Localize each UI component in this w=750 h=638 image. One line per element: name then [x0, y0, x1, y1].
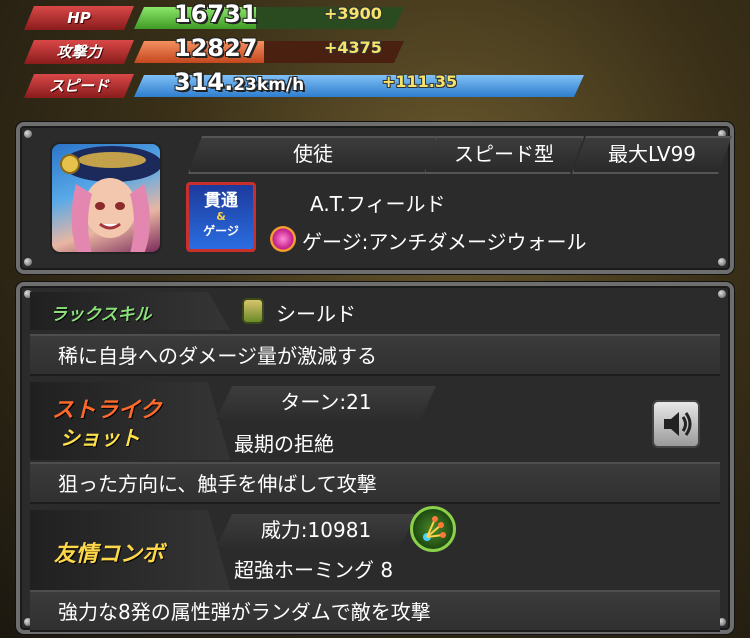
stat-label: スピード — [24, 74, 134, 98]
strike-shot-tag-line2: ショット — [60, 426, 140, 450]
rivet-icon — [718, 290, 726, 298]
gauge-icon — [270, 226, 296, 252]
strike-shot-tag-line1: ストライク — [52, 398, 162, 423]
rivet-icon — [24, 130, 32, 138]
rivet-icon — [718, 258, 726, 266]
type-label: スピード型 — [424, 136, 584, 174]
max-level-label: 最大LV99 — [572, 136, 732, 174]
rivet-icon — [24, 258, 32, 266]
race-label: 使徒 — [188, 136, 438, 174]
stat-row-attack: 攻撃力 12827 +4375 — [24, 34, 584, 64]
gauge-ability-name: ゲージ:アンチダメージウォール — [302, 230, 587, 254]
stat-label: 攻撃力 — [24, 40, 134, 64]
ability-name: A.T.フィールド — [310, 192, 446, 216]
stat-label: HP — [24, 6, 134, 30]
sound-button[interactable] — [652, 400, 700, 448]
skills-panel: ラックスキル シールド 稀に自身へのダメージ量が激減する ストライク ショット … — [16, 282, 734, 634]
stat-value: 12827 — [174, 34, 258, 62]
stat-value: 16731 — [174, 0, 258, 28]
character-portrait[interactable] — [50, 142, 162, 254]
stat-bonus: +111.35 — [382, 72, 458, 91]
stat-value: 314.23km/h — [174, 68, 305, 96]
stat-row-speed: スピード 314.23km/h +111.35 — [24, 68, 584, 98]
stat-bonus: +4375 — [324, 38, 382, 57]
strike-shot-turns: ターン:21 — [216, 386, 436, 420]
shield-icon — [242, 298, 264, 324]
luck-skill-tag: ラックスキル — [30, 292, 230, 330]
friendship-combo-power: 威力:10981 — [216, 514, 416, 548]
ability-icon-text: ゲージ — [203, 224, 239, 238]
strike-shot-name: 最期の拒絶 — [234, 432, 334, 456]
friendship-combo-name: 超強ホーミング 8 — [234, 558, 394, 582]
strike-shot-tag: ストライク ショット — [30, 382, 230, 460]
stat-row-hp: HP 16731 +3900 — [24, 0, 584, 30]
luck-skill-name: シールド — [276, 302, 356, 326]
speaker-icon — [664, 412, 692, 436]
luck-skill-tag-label: ラックスキル — [50, 305, 152, 325]
character-panel: 使徒 スピード型 最大LV99 貫通 & ゲージ A.T.フィールド ゲージ:ア… — [16, 122, 734, 274]
ability-icon-text: & — [216, 210, 226, 223]
friendship-combo-tag: 友情コンボ — [30, 510, 230, 590]
homing-combo-icon-art — [423, 516, 446, 541]
character-portrait-art — [60, 146, 160, 252]
stat-bonus: +3900 — [324, 4, 382, 23]
friendship-combo-tag-label: 友情コンボ — [54, 542, 165, 567]
homing-combo-icon — [410, 506, 456, 552]
pierce-gauge-icon: 貫通 & ゲージ — [186, 182, 256, 252]
luck-skill-description: 稀に自身へのダメージ量が激減する — [30, 334, 720, 376]
ability-icon-text: 貫通 — [204, 191, 238, 211]
friendship-combo-description: 強力な8発の属性弾がランダムで敵を攻撃 — [30, 590, 720, 632]
strike-shot-description: 狙った方向に、触手を伸ばして攻撃 — [30, 462, 720, 504]
